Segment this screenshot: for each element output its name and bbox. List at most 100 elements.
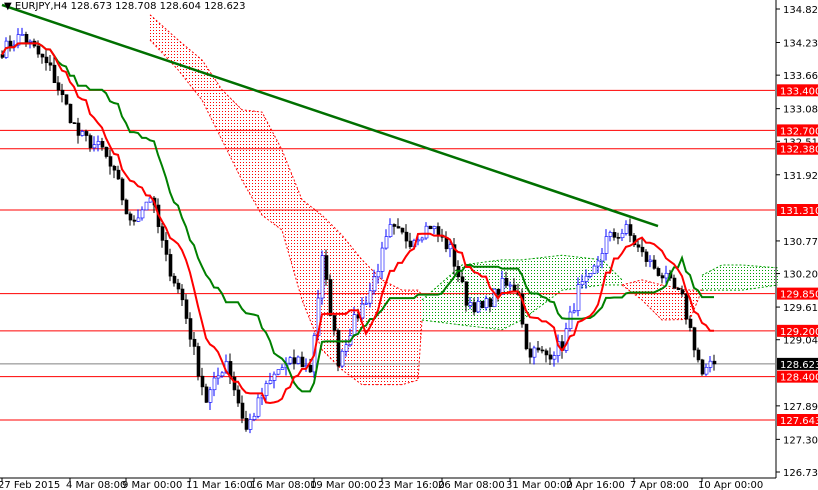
candle-body xyxy=(592,265,597,274)
candle-body xyxy=(196,346,201,377)
candle-body xyxy=(616,237,621,239)
candle-body xyxy=(340,350,345,367)
candle-body xyxy=(192,338,197,347)
candle-body xyxy=(92,144,97,149)
candle-body xyxy=(496,288,501,295)
candle-body xyxy=(36,45,41,55)
y-tick-label: 133.665 xyxy=(783,71,818,82)
candle-body xyxy=(364,302,369,305)
level-price-tag: 132.380 xyxy=(780,145,818,156)
candle-body xyxy=(428,225,433,230)
level-price-tag: 129.850 xyxy=(780,290,818,301)
candle-body xyxy=(24,34,29,43)
x-tick-label: 11 Mar 16:00 xyxy=(186,480,253,490)
x-tick-label: 23 Mar 16:00 xyxy=(378,480,445,490)
y-tick-label: 134.820 xyxy=(783,5,818,16)
x-tick-label: 2 Apr 16:00 xyxy=(566,480,625,490)
candle-body xyxy=(328,279,333,316)
candle-body xyxy=(220,372,225,377)
candle-body xyxy=(624,224,629,234)
candle-body xyxy=(132,219,137,222)
candle-body xyxy=(28,40,33,43)
candle-body xyxy=(704,367,709,375)
ohlc-values: 128.673 128.708 128.604 128.623 xyxy=(70,1,246,12)
candle-body xyxy=(272,373,277,381)
candle-body xyxy=(508,284,513,287)
chart-window: 134.820134.235133.665133.080132.510131.9… xyxy=(0,0,818,490)
candle-body xyxy=(676,287,681,290)
candle-body xyxy=(268,380,273,384)
candle-body xyxy=(684,293,689,320)
candle-body xyxy=(124,199,129,215)
y-tick-label: 134.235 xyxy=(783,39,818,50)
candle-body xyxy=(140,209,145,219)
candle-body xyxy=(536,347,541,351)
candle-body xyxy=(468,302,473,306)
x-tick-label: 7 Apr 08:00 xyxy=(630,480,689,490)
candle-body xyxy=(256,397,261,417)
candle-body xyxy=(388,224,393,237)
candle-body xyxy=(532,347,537,358)
ichimoku-cloud xyxy=(149,14,779,386)
candle-body xyxy=(660,275,665,279)
time-axis: 27 Feb 2015 4 Mar 08:009 Mar 00:00 11 Mar … xyxy=(0,478,763,490)
candle-body xyxy=(504,278,509,286)
candle-body xyxy=(80,131,85,136)
candle-body xyxy=(648,259,653,262)
chart-title: ▼ EURJPY,H4 128.673 128.708 128.604 128.… xyxy=(4,1,246,12)
candle-body xyxy=(336,330,341,367)
candle-body xyxy=(128,213,133,221)
candle-body xyxy=(108,156,113,167)
candle-body xyxy=(524,323,529,350)
y-tick-label: 129.615 xyxy=(783,303,818,314)
candle-body xyxy=(640,246,645,253)
candle-body xyxy=(488,298,493,307)
candle-body xyxy=(544,350,549,356)
candle-body xyxy=(40,53,45,58)
candle-body xyxy=(636,244,641,248)
candle-body xyxy=(252,415,257,420)
candle-body xyxy=(688,318,693,328)
candle-body xyxy=(72,122,77,125)
candle-body xyxy=(372,276,377,292)
candle-body xyxy=(136,217,141,222)
x-tick-label: 4 Mar 08:00 xyxy=(66,480,126,490)
candle-body xyxy=(700,359,705,375)
candle-body xyxy=(184,299,189,319)
candle-body xyxy=(588,273,593,277)
candle-body xyxy=(96,141,101,146)
candle-body xyxy=(236,389,241,404)
candle-body xyxy=(396,226,401,229)
candle-body xyxy=(708,360,713,368)
candle-body xyxy=(52,64,57,84)
x-tick-label: 27 Feb 2015 xyxy=(0,480,60,490)
candle-body xyxy=(112,165,117,171)
candle-body xyxy=(264,383,269,396)
x-tick-label: 10 Apr 00:00 xyxy=(698,480,763,490)
candle-body xyxy=(392,224,397,227)
candle-body xyxy=(68,103,73,124)
candle-body xyxy=(292,357,297,364)
candle-body xyxy=(420,237,425,241)
candle-body xyxy=(248,419,253,430)
candle-body xyxy=(244,418,249,430)
y-tick-label: 130.200 xyxy=(783,270,818,281)
candle-body xyxy=(400,227,405,233)
candle-body xyxy=(300,356,305,368)
level-price-tag: 128.400 xyxy=(780,373,818,384)
candle-body xyxy=(120,178,125,201)
candle-body xyxy=(168,254,173,277)
candle-body xyxy=(116,169,121,180)
price-chart[interactable]: 134.820134.235133.665133.080132.510131.9… xyxy=(0,0,818,490)
candle-body xyxy=(144,201,149,211)
candle-body xyxy=(100,141,105,148)
candle-body xyxy=(596,260,601,267)
symbol-label: EURJPY,H4 xyxy=(14,1,68,12)
candle-body xyxy=(572,310,577,313)
dropdown-arrow-icon[interactable]: ▼ xyxy=(4,1,15,12)
level-price-tag: 131.310 xyxy=(780,206,818,217)
y-tick-label: 127.305 xyxy=(783,435,818,446)
candle-body xyxy=(104,146,109,157)
candle-body xyxy=(308,364,313,373)
candle-body xyxy=(500,278,505,295)
